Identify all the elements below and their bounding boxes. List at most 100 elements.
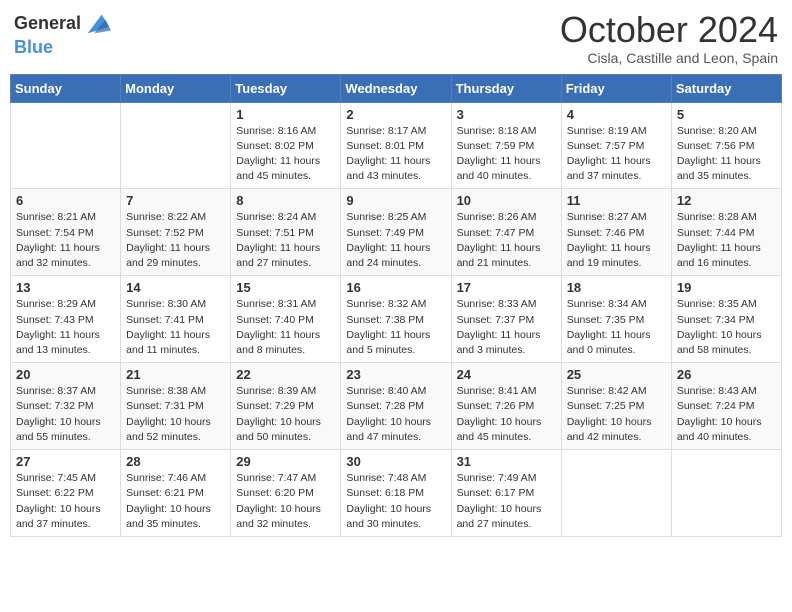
day-cell: 20 Sunrise: 8:37 AM Sunset: 7:32 PM Dayli… [11,363,121,450]
day-info: Sunrise: 8:27 AM Sunset: 7:46 PM Dayligh… [567,210,666,271]
day-cell: 18Sunrise: 8:34 AM Sunset: 7:35 PM Dayli… [561,276,671,363]
day-number: 20 [16,367,115,382]
week-row-2: 6 Sunrise: 8:21 AM Sunset: 7:54 PM Daylig… [11,189,782,276]
day-cell: 17Sunrise: 8:33 AM Sunset: 7:37 PM Dayli… [451,276,561,363]
day-cell: 23 Sunrise: 8:40 AM Sunset: 7:28 PM Dayli… [341,363,451,450]
day-cell: 11 Sunrise: 8:27 AM Sunset: 7:46 PM Dayli… [561,189,671,276]
day-cell: 24 Sunrise: 8:41 AM Sunset: 7:26 PM Dayli… [451,363,561,450]
weekday-header-thursday: Thursday [451,74,561,102]
day-info: Sunrise: 8:28 AM Sunset: 7:44 PM Dayligh… [677,210,776,271]
day-info: Sunrise: 8:21 AM Sunset: 7:54 PM Dayligh… [16,210,115,271]
day-info: Sunrise: 8:31 AM Sunset: 7:40 PM Dayligh… [236,297,335,358]
day-cell: 12 Sunrise: 8:28 AM Sunset: 7:44 PM Dayli… [671,189,781,276]
weekday-header-friday: Friday [561,74,671,102]
location: Cisla, Castille and Leon, Spain [560,50,778,66]
day-cell: 5 Sunrise: 8:20 AM Sunset: 7:56 PM Daylig… [671,102,781,189]
day-number: 4 [567,107,666,122]
day-cell: 31Sunrise: 7:49 AM Sunset: 6:17 PM Dayli… [451,450,561,537]
day-number: 5 [677,107,776,122]
day-info: Sunrise: 8:17 AM Sunset: 8:01 PM Dayligh… [346,124,445,185]
day-number: 29 [236,454,335,469]
day-cell: 22 Sunrise: 8:39 AM Sunset: 7:29 PM Dayli… [231,363,341,450]
weekday-header-row: SundayMondayTuesdayWednesdayThursdayFrid… [11,74,782,102]
day-cell: 29Sunrise: 7:47 AM Sunset: 6:20 PM Dayli… [231,450,341,537]
day-cell: 30Sunrise: 7:48 AM Sunset: 6:18 PM Dayli… [341,450,451,537]
day-info: Sunrise: 8:37 AM Sunset: 7:32 PM Dayligh… [16,384,115,445]
day-number: 8 [236,193,335,208]
day-info: Sunrise: 7:46 AM Sunset: 6:21 PM Dayligh… [126,471,225,532]
day-cell [11,102,121,189]
day-cell: 14 Sunrise: 8:30 AM Sunset: 7:41 PM Dayli… [121,276,231,363]
day-number: 26 [677,367,776,382]
day-number: 2 [346,107,445,122]
weekday-header-sunday: Sunday [11,74,121,102]
day-number: 1 [236,107,335,122]
day-cell: 26 Sunrise: 8:43 AM Sunset: 7:24 PM Dayli… [671,363,781,450]
day-info: Sunrise: 8:40 AM Sunset: 7:28 PM Dayligh… [346,384,445,445]
day-number: 28 [126,454,225,469]
day-info: Sunrise: 8:35 AM Sunset: 7:34 PM Dayligh… [677,297,776,358]
day-number: 3 [457,107,556,122]
day-info: Sunrise: 7:48 AM Sunset: 6:18 PM Dayligh… [346,471,445,532]
day-number: 23 [346,367,445,382]
day-number: 16 [346,280,445,295]
day-info: Sunrise: 8:30 AM Sunset: 7:41 PM Dayligh… [126,297,225,358]
day-number: 22 [236,367,335,382]
day-number: 13 [16,280,115,295]
day-info: Sunrise: 8:39 AM Sunset: 7:29 PM Dayligh… [236,384,335,445]
day-info: Sunrise: 8:38 AM Sunset: 7:31 PM Dayligh… [126,384,225,445]
day-info: Sunrise: 8:43 AM Sunset: 7:24 PM Dayligh… [677,384,776,445]
day-info: Sunrise: 8:25 AM Sunset: 7:49 PM Dayligh… [346,210,445,271]
day-number: 6 [16,193,115,208]
day-number: 11 [567,193,666,208]
day-info: Sunrise: 8:18 AM Sunset: 7:59 PM Dayligh… [457,124,556,185]
day-info: Sunrise: 8:33 AM Sunset: 7:37 PM Dayligh… [457,297,556,358]
day-cell: 15Sunrise: 8:31 AM Sunset: 7:40 PM Dayli… [231,276,341,363]
day-number: 9 [346,193,445,208]
day-cell [561,450,671,537]
day-cell: 8Sunrise: 8:24 AM Sunset: 7:51 PM Daylig… [231,189,341,276]
day-number: 18 [567,280,666,295]
weekday-header-wednesday: Wednesday [341,74,451,102]
calendar-table: SundayMondayTuesdayWednesdayThursdayFrid… [10,74,782,537]
title-block: October 2024 Cisla, Castille and Leon, S… [560,10,778,66]
day-number: 27 [16,454,115,469]
day-cell [671,450,781,537]
page-header: General Blue October 2024 Cisla, Castill… [10,10,782,66]
day-number: 21 [126,367,225,382]
month-title: October 2024 [560,10,778,50]
weekday-header-saturday: Saturday [671,74,781,102]
logo: General Blue [14,10,111,58]
day-info: Sunrise: 8:16 AM Sunset: 8:02 PM Dayligh… [236,124,335,185]
day-info: Sunrise: 8:29 AM Sunset: 7:43 PM Dayligh… [16,297,115,358]
day-cell: 7Sunrise: 8:22 AM Sunset: 7:52 PM Daylig… [121,189,231,276]
day-number: 25 [567,367,666,382]
day-cell: 13 Sunrise: 8:29 AM Sunset: 7:43 PM Dayli… [11,276,121,363]
day-cell: 3 Sunrise: 8:18 AM Sunset: 7:59 PM Daylig… [451,102,561,189]
day-info: Sunrise: 8:20 AM Sunset: 7:56 PM Dayligh… [677,124,776,185]
day-info: Sunrise: 8:41 AM Sunset: 7:26 PM Dayligh… [457,384,556,445]
day-number: 24 [457,367,556,382]
day-cell: 9 Sunrise: 8:25 AM Sunset: 7:49 PM Daylig… [341,189,451,276]
week-row-1: 1 Sunrise: 8:16 AM Sunset: 8:02 PM Daylig… [11,102,782,189]
day-cell: 19 Sunrise: 8:35 AM Sunset: 7:34 PM Dayli… [671,276,781,363]
day-cell: 25Sunrise: 8:42 AM Sunset: 7:25 PM Dayli… [561,363,671,450]
week-row-4: 20 Sunrise: 8:37 AM Sunset: 7:32 PM Dayli… [11,363,782,450]
logo-text: General [14,14,81,34]
day-cell: 2 Sunrise: 8:17 AM Sunset: 8:01 PM Daylig… [341,102,451,189]
day-info: Sunrise: 8:26 AM Sunset: 7:47 PM Dayligh… [457,210,556,271]
day-cell: 27Sunrise: 7:45 AM Sunset: 6:22 PM Dayli… [11,450,121,537]
day-cell: 6 Sunrise: 8:21 AM Sunset: 7:54 PM Daylig… [11,189,121,276]
day-number: 19 [677,280,776,295]
weekday-header-tuesday: Tuesday [231,74,341,102]
day-number: 10 [457,193,556,208]
day-cell [121,102,231,189]
day-number: 12 [677,193,776,208]
day-number: 31 [457,454,556,469]
day-number: 14 [126,280,225,295]
day-cell: 10 Sunrise: 8:26 AM Sunset: 7:47 PM Dayli… [451,189,561,276]
day-cell: 21 Sunrise: 8:38 AM Sunset: 7:31 PM Dayli… [121,363,231,450]
day-info: Sunrise: 8:19 AM Sunset: 7:57 PM Dayligh… [567,124,666,185]
week-row-3: 13 Sunrise: 8:29 AM Sunset: 7:43 PM Dayli… [11,276,782,363]
day-cell: 1 Sunrise: 8:16 AM Sunset: 8:02 PM Daylig… [231,102,341,189]
